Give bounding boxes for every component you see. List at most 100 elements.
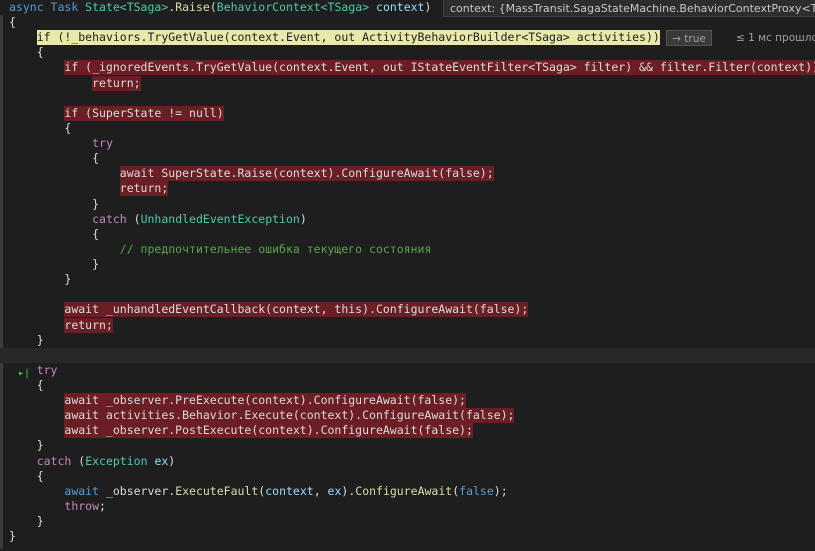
code-line[interactable] xyxy=(0,91,815,106)
code-token: ). xyxy=(341,484,356,498)
code-line-content: await _observer.PreExecute(context).Conf… xyxy=(9,393,466,408)
code-line[interactable]: throw; xyxy=(0,499,815,514)
code-line-content: catch (UnhandledEventException) xyxy=(9,212,307,227)
highlighted-statement: await _observer.PreExecute(context).Conf… xyxy=(64,393,466,408)
code-line-content: return; xyxy=(9,76,141,91)
highlighted-statement: return; xyxy=(64,318,113,333)
highlighted-statement: return; xyxy=(92,76,141,91)
code-token: { xyxy=(9,121,72,135)
code-token: ConfigureAwait xyxy=(355,484,453,498)
code-line-content: { xyxy=(9,227,99,242)
code-line-content: // предпочтительнее ошибка текущего сост… xyxy=(9,242,432,257)
code-line[interactable]: await SuperState.Raise(context).Configur… xyxy=(0,166,815,181)
code-line[interactable]: } xyxy=(0,514,815,529)
code-line[interactable]: if (_ignoredEvents.TryGetValue(context.E… xyxy=(0,60,815,75)
code-line[interactable]: { xyxy=(0,378,815,393)
code-token: catch xyxy=(92,212,134,226)
code-line[interactable]: } xyxy=(0,272,815,287)
code-token: false xyxy=(459,484,494,498)
code-line[interactable]: } xyxy=(0,257,815,272)
datatip[interactable]: context: {MassTransit.SagaStateMachine.B… xyxy=(443,0,815,17)
code-token: catch xyxy=(36,454,79,468)
code-line[interactable]: } xyxy=(0,333,815,348)
datatip-text: context: {MassTransit.SagaStateMachine.B… xyxy=(450,2,815,15)
code-token: ; xyxy=(99,499,106,513)
code-line[interactable]: return; xyxy=(0,318,815,333)
code-line[interactable]: return; xyxy=(0,181,815,196)
code-line[interactable]: } xyxy=(0,529,815,544)
code-line[interactable]: return; xyxy=(0,76,815,91)
highlighted-statement: if (SuperState != null) xyxy=(64,106,224,121)
code-line[interactable]: await activities.Behavior.Execute(contex… xyxy=(0,408,815,423)
code-token: } xyxy=(9,272,72,286)
code-line[interactable]: await _observer.ExecuteFault(context, ex… xyxy=(0,484,815,499)
code-line[interactable] xyxy=(0,287,815,302)
code-line[interactable]: { xyxy=(0,151,815,166)
code-line-content: } xyxy=(9,438,44,453)
code-line-content: await activities.Behavior.Execute(contex… xyxy=(9,408,515,423)
code-token: context xyxy=(376,0,425,14)
code-line-content: { xyxy=(9,378,44,393)
code-line[interactable]: } xyxy=(0,197,815,212)
code-line-content: } xyxy=(9,197,99,212)
code-line-content: return; xyxy=(9,181,169,196)
code-line[interactable]: try xyxy=(0,363,815,378)
code-token: async xyxy=(9,0,51,14)
code-line[interactable]: { xyxy=(0,15,815,30)
code-line[interactable]: await _observer.PreExecute(context).Conf… xyxy=(0,393,815,408)
highlighted-statement: await SuperState.Raise(context).Configur… xyxy=(119,166,494,181)
code-line-content: try xyxy=(9,136,113,151)
code-line-content: if (SuperState != null) xyxy=(9,106,224,121)
code-line-content: } xyxy=(9,257,99,272)
code-line[interactable]: { xyxy=(0,469,815,484)
code-line[interactable]: catch (Exception ex) xyxy=(0,454,815,469)
code-token: ) xyxy=(424,0,432,14)
code-line[interactable]: { xyxy=(0,45,815,60)
code-line-content: } xyxy=(9,529,16,544)
code-line-content: { xyxy=(9,469,44,484)
code-line-content: { xyxy=(9,45,44,60)
code-line-content: catch (Exception ex) xyxy=(9,454,176,469)
code-line[interactable]: await _observer.PostExecute(context).Con… xyxy=(0,423,815,438)
code-line[interactable] xyxy=(0,348,815,363)
set-next-statement-icon[interactable]: ▸| xyxy=(18,368,30,380)
code-token: , xyxy=(313,484,328,498)
code-token: Exception xyxy=(85,454,155,468)
perf-tip-result[interactable]: → true xyxy=(666,30,712,46)
code-line-content: } xyxy=(9,333,44,348)
code-token: { xyxy=(9,15,16,29)
code-line-content: } xyxy=(9,514,44,529)
code-line[interactable]: // предпочтительнее ошибка текущего сост… xyxy=(0,242,815,257)
code-line[interactable]: if (SuperState != null) xyxy=(0,106,815,121)
code-line[interactable]: await _unhandledEventCallback(context, t… xyxy=(0,302,815,317)
code-token: throw xyxy=(64,499,100,513)
code-line-content: await _observer.PostExecute(context).Con… xyxy=(9,423,473,438)
code-token: { xyxy=(9,151,100,165)
code-line-content: { xyxy=(9,15,16,30)
highlighted-statement: if (!_behaviors.TryGetValue(context.Even… xyxy=(36,30,660,45)
code-line[interactable]: try xyxy=(0,136,815,151)
code-line-content: async Task State<TSaga>.Raise(BehaviorCo… xyxy=(9,0,431,15)
code-line[interactable]: { xyxy=(0,227,815,242)
code-token: ( xyxy=(133,212,141,226)
code-line-content: if (_ignoredEvents.TryGetValue(context.E… xyxy=(9,60,815,75)
code-token: { xyxy=(9,378,44,392)
code-line-content: { xyxy=(9,151,99,166)
code-line[interactable]: catch (UnhandledEventException) xyxy=(0,212,815,227)
code-line-content: await _observer.ExecuteFault(context, ex… xyxy=(9,484,507,499)
perf-tip-elapsed[interactable]: ≤ 1 мс прошло xyxy=(736,30,815,46)
code-token: } xyxy=(9,514,44,528)
highlighted-statement: await activities.Behavior.Execute(contex… xyxy=(64,408,515,423)
code-line[interactable]: { xyxy=(0,121,815,136)
code-editor[interactable]: async Task State<TSaga>.Raise(BehaviorCo… xyxy=(0,0,815,551)
code-line[interactable]: } xyxy=(0,438,815,453)
